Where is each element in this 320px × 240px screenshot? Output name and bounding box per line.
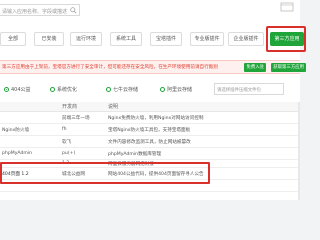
radio-icon xyxy=(4,87,9,92)
tab-all[interactable]: 全部 xyxy=(0,32,26,46)
table-header: 开发商 说明 xyxy=(0,102,300,112)
header-developer: 开发商 xyxy=(62,104,78,110)
warning-text: 第三方应用由于上架前，宝塔官方进行了安全审计，但可能还存在安全风险，在生产环境使… xyxy=(2,65,218,70)
search-icon[interactable] xyxy=(70,7,77,14)
radio-icon xyxy=(160,87,165,92)
table-row[interactable]: Nginx防火墙 fh 宝塔Nginx防火墙工具包，支持宝塔面板 xyxy=(0,124,300,136)
warning-bar: 第三方应用由于上架前，宝塔官方进行了安全审计，但可能还存在安全风险，在生产环境使… xyxy=(0,60,306,74)
filter-qiniu[interactable]: 七牛云存储 xyxy=(106,85,138,95)
table-row[interactable]: phpMyAdmin pu(+) phpMyAdmin数据库管理 xyxy=(0,148,300,160)
search-input[interactable]: 请输入应用名称、字段或描述 xyxy=(0,4,80,16)
tab-system-tools[interactable]: 系统工具 xyxy=(110,32,142,46)
radio-icon xyxy=(50,87,55,92)
tab-runtime[interactable]: 运行环境 xyxy=(70,32,102,46)
search-placeholder: 请输入应用名称、字段或描述 xyxy=(2,9,68,15)
plugin-file-input[interactable]: 请选择插件压缩文件包 xyxy=(214,83,284,95)
header-description: 说明 xyxy=(108,104,119,110)
table-row[interactable]: 1.2 阿里云服务器网络对接 xyxy=(0,160,300,168)
table-row-404-page[interactable]: 404页面 1.2 城北公益网 网站404公益代码，提供404页面留存寻人公告 xyxy=(0,168,300,180)
filter-aliyun[interactable]: 阿里云存储 xyxy=(160,85,192,95)
table-row[interactable]: 软飞 文件内容修改监测工具，防止网站被篡改 xyxy=(0,136,300,148)
tab-installed[interactable]: 已安装 xyxy=(34,32,64,46)
radio-icon xyxy=(106,87,111,92)
scrollbar[interactable] xyxy=(298,102,300,200)
software-store-panel: 请输入应用名称、字段或描述 全部 已安装 运行环境 系统工具 宝塔插件 专业版插… xyxy=(0,0,306,200)
tab-pro-plugins[interactable]: 专业版插件 xyxy=(190,32,224,46)
table-row[interactable]: 前端三年一场 Nginx免费防火墙，利用Nginx对网站访问控制 xyxy=(0,112,300,124)
get-third-party-button[interactable]: 获取第三方应用 xyxy=(271,63,306,72)
tab-enterprise-plugins[interactable]: 企业版插件 xyxy=(228,32,264,46)
tab-bt-plugins[interactable]: 宝塔插件 xyxy=(150,32,182,46)
third-party-tab-highlight xyxy=(266,26,306,52)
window-controls-icon[interactable] xyxy=(280,2,294,12)
free-join-button[interactable]: 免费入驻 xyxy=(244,63,266,72)
header-action xyxy=(260,102,290,111)
table-row[interactable] xyxy=(0,180,300,192)
filter-system-opt[interactable]: 系统优化 xyxy=(50,85,77,95)
filter-404[interactable]: 404公益 xyxy=(4,85,31,95)
header-name xyxy=(2,102,50,111)
